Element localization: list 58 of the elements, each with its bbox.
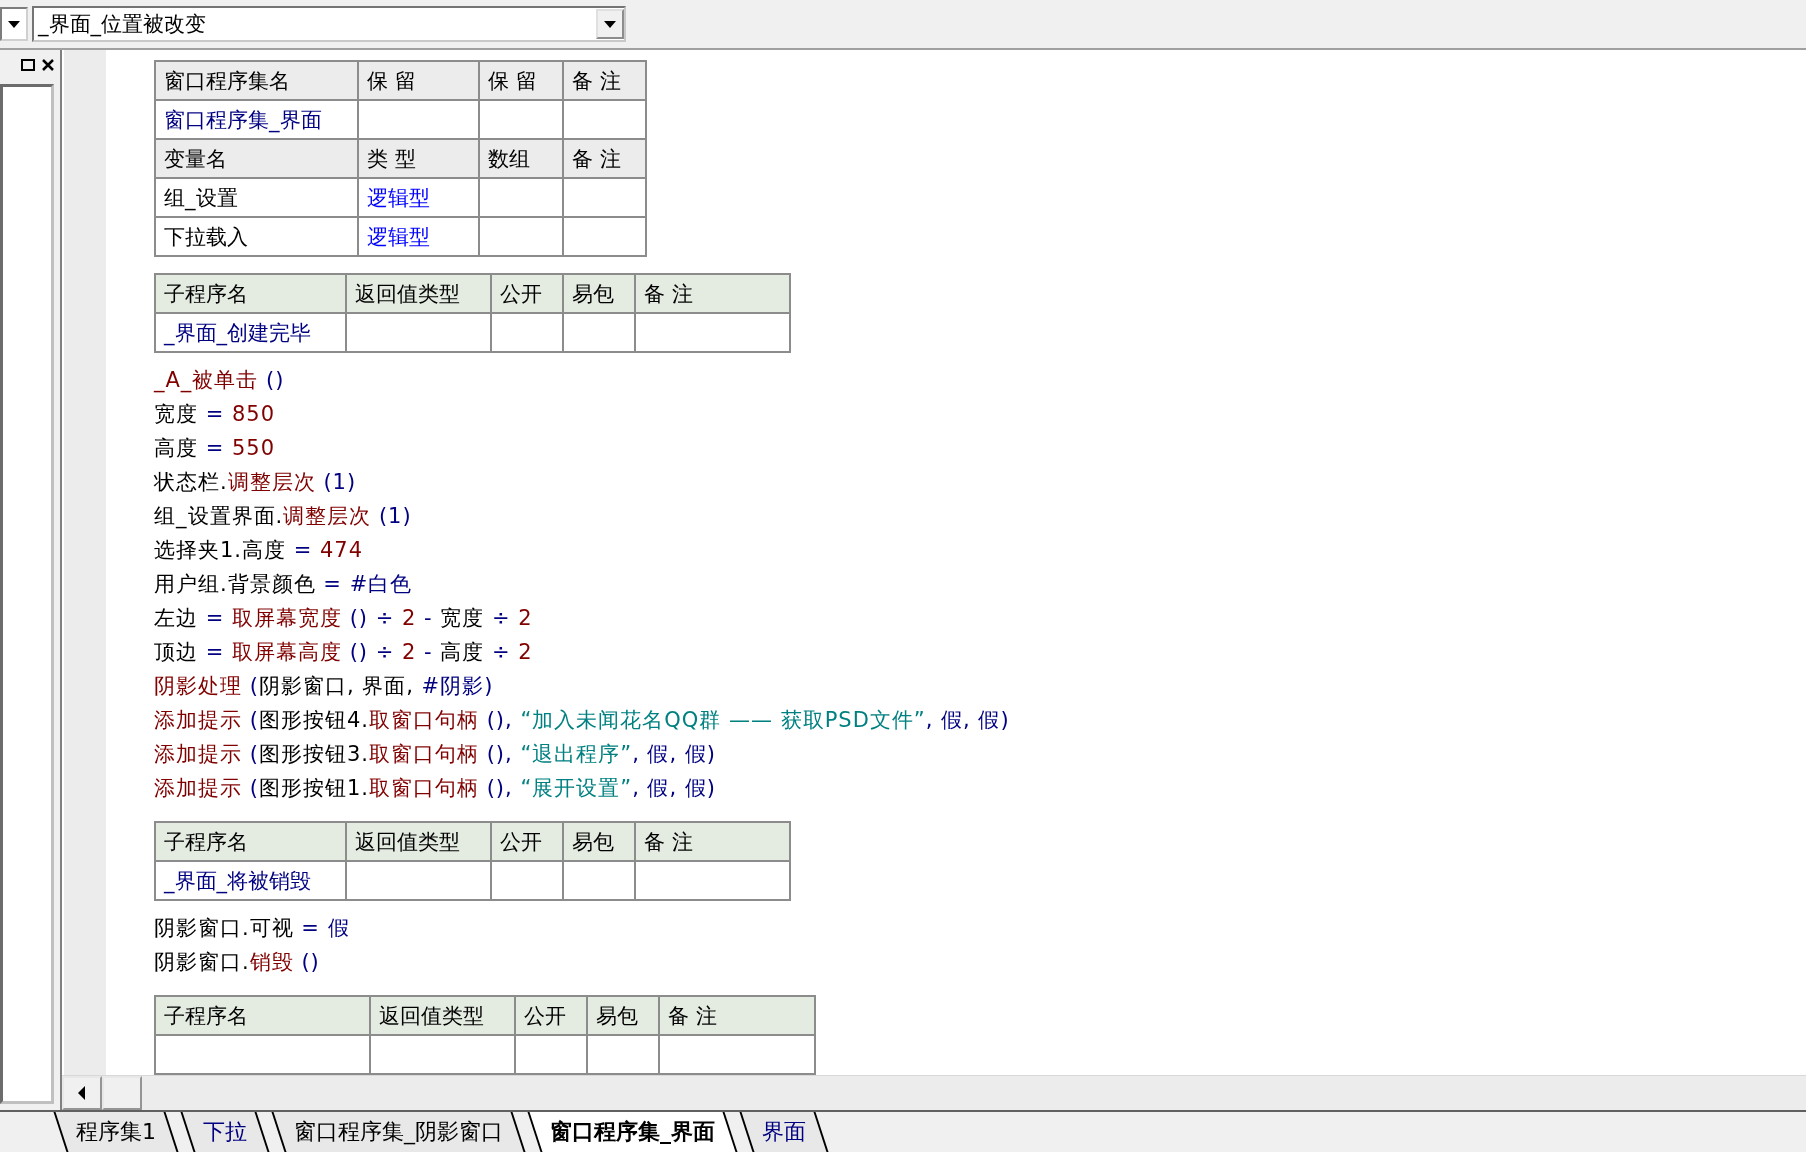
table-cell: 下拉载入 [155, 217, 358, 256]
scrollbar-thumb[interactable] [102, 1076, 142, 1110]
restore-icon[interactable] [20, 57, 36, 73]
column-header: 保 留 [479, 61, 563, 100]
horizontal-scrollbar[interactable] [62, 1075, 1806, 1110]
code-line: 左边 = 取屏幕宽度 () ÷ 2 - 宽度 ÷ 2 [154, 605, 534, 632]
code-line: 添加提示 (图形按钮3.取窗口句柄 (), “退出程序”, 假, 假) [154, 741, 718, 768]
column-header: 返回值类型 [370, 996, 515, 1035]
code-line: 阴影窗口.销毁 () [154, 949, 321, 976]
code-line: 高度 = 550 [154, 435, 277, 462]
file-tab[interactable]: 下拉 [180, 1112, 270, 1152]
column-header: 子程序名 [155, 996, 370, 1035]
column-header: 子程序名 [155, 822, 346, 861]
left-arrow-icon [77, 1085, 87, 1101]
code-line: 用户组.背景颜色 = #白色 [154, 571, 414, 598]
code-line: 组_设置界面.调整层次 (1) [154, 503, 413, 531]
code-line: 添加提示 (图形按钮4.取窗口句柄 (), “加入未闻花名QQ群 —— 获取PSD文件”, 假, 假) [154, 707, 1011, 734]
code-line: 添加提示 (图形按钮1.取窗口句柄 (), “展开设置”, 假, 假) [154, 775, 718, 802]
column-header: 备 注 [635, 822, 790, 861]
code-line: 状态栏.调整层次 (1) [154, 469, 358, 496]
column-header: 返回值类型 [346, 274, 491, 313]
column-header: 易包 [587, 996, 659, 1035]
event-dropdown[interactable]: _界面_位置被改变 [32, 6, 626, 42]
column-header: 子程序名 [155, 274, 346, 313]
column-header: 备 注 [563, 61, 646, 100]
dropdown-button[interactable] [0, 7, 28, 41]
code-line: 顶边 = 取屏幕高度 () ÷ 2 - 高度 ÷ 2 [154, 639, 534, 666]
column-header: 易包 [563, 822, 635, 861]
column-header: 保 留 [358, 61, 479, 100]
table-cell: _界面_创建完毕 [155, 313, 346, 352]
file-tab[interactable]: 界面 [739, 1112, 829, 1152]
column-header: 备 注 [635, 274, 790, 313]
column-header: 公开 [491, 822, 563, 861]
column-header: 数组 [479, 139, 563, 178]
column-header: 变量名 [155, 139, 358, 178]
code-line: 阴影处理 (阴影窗口, 界面, #阴影) [154, 673, 495, 700]
column-header: 公开 [515, 996, 587, 1035]
code-line: _A_被单击 () [154, 367, 286, 395]
code-line: 阴影窗口.可视 = 假 [154, 915, 351, 942]
column-header: 备 注 [659, 996, 815, 1035]
code-line: 选择夹1.高度 = 474 [154, 537, 365, 564]
scroll-left-button[interactable] [62, 1076, 102, 1110]
table-cell: _界面_将被销毁 [155, 861, 346, 900]
column-header: 备 注 [563, 139, 646, 178]
close-icon[interactable] [40, 57, 56, 73]
table-cell: 窗口程序集_界面 [155, 100, 358, 139]
code-line: 宽度 = 850 [154, 401, 277, 428]
table-cell: 逻辑型 [358, 178, 479, 217]
column-header: 返回值类型 [346, 822, 491, 861]
file-tab[interactable]: 窗口程序集_阴影窗口 [271, 1112, 526, 1152]
column-header: 易包 [563, 274, 635, 313]
column-header: 窗口程序集名 [155, 61, 358, 100]
file-tab[interactable]: 程序集1 [53, 1112, 179, 1152]
file-tab[interactable]: 窗口程序集_界面 [527, 1112, 738, 1152]
column-header: 类 型 [358, 139, 479, 178]
table-cell: 逻辑型 [358, 217, 479, 256]
table-cell: 组_设置 [155, 178, 358, 217]
column-header: 公开 [491, 274, 563, 313]
